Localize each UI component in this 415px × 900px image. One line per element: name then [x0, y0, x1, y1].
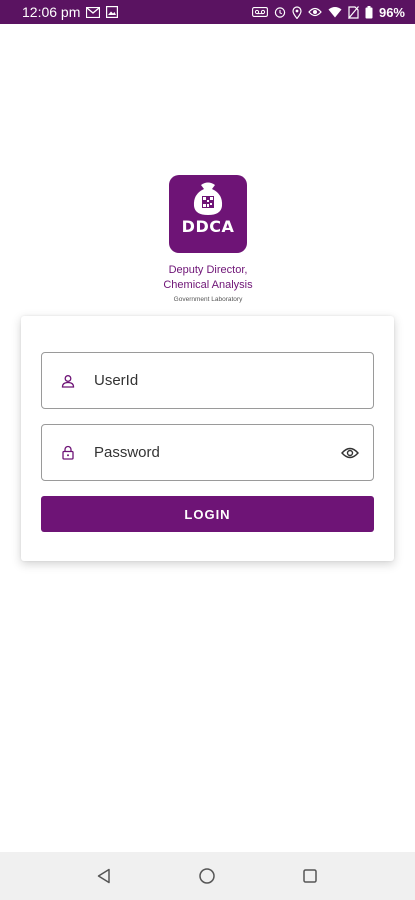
gmail-icon [86, 5, 101, 19]
home-icon[interactable] [192, 861, 222, 891]
location-icon [292, 5, 302, 19]
eye-comfort-icon [308, 5, 322, 19]
status-bar: 12:06 pm 96% [0, 0, 415, 24]
recents-icon[interactable] [295, 861, 325, 891]
evidence-bag-icon [193, 182, 223, 215]
org-title: Deputy Director, Chemical Analysis [120, 263, 296, 293]
lock-icon [42, 445, 94, 460]
person-icon [42, 374, 94, 388]
status-left: 12:06 pm [22, 4, 119, 20]
gallery-icon [106, 5, 119, 19]
login-button[interactable]: LOGIN [41, 496, 374, 532]
password-field[interactable] [41, 424, 374, 481]
no-sim-icon [348, 5, 359, 19]
app-logo: DDCA [169, 175, 247, 253]
logo-text: DDCA [181, 217, 235, 236]
battery-icon [365, 5, 373, 19]
org-title-line1: Deputy Director, [168, 264, 248, 276]
userid-input[interactable] [94, 353, 373, 408]
show-password-eye-icon[interactable] [327, 447, 373, 459]
status-time: 12:06 pm [22, 4, 81, 20]
wifi-icon [328, 5, 342, 19]
userid-field[interactable] [41, 352, 374, 409]
battery-percent: 96% [378, 4, 405, 20]
voicemail-icon [252, 5, 268, 19]
status-right: 96% [252, 5, 405, 20]
org-subtitle: Government Laboratory [173, 296, 243, 303]
back-icon[interactable] [89, 861, 119, 891]
password-input[interactable] [94, 425, 327, 480]
alarm-icon [274, 5, 286, 19]
system-nav-bar [0, 852, 415, 900]
login-card: LOGIN [21, 316, 394, 561]
org-title-line2: Chemical Analysis [163, 279, 253, 291]
